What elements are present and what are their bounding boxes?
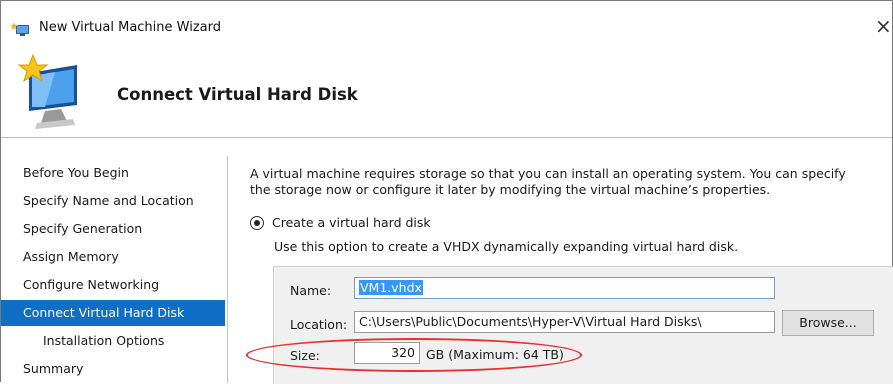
hyper-v-app-icon [11, 22, 29, 36]
monitor-star-icon [17, 53, 77, 129]
sidebar-item-before-you-begin[interactable]: Before You Begin [1, 160, 225, 186]
name-field-value: VM1.vhdx [359, 280, 423, 295]
wizard-steps-sidebar: Before You Begin Specify Name and Locati… [1, 138, 225, 383]
page-title: Connect Virtual Hard Disk [117, 85, 358, 104]
sidebar-divider [227, 156, 228, 383]
window-title: New Virtual Machine Wizard [39, 20, 221, 35]
create-vhd-hint: Use this option to create a VHDX dynamic… [274, 239, 739, 254]
location-field[interactable]: C:\Users\Public\Documents\Hyper-V\Virtua… [354, 311, 775, 333]
close-icon[interactable]: × [875, 16, 892, 36]
title-bar: New Virtual Machine Wizard × [1, 1, 892, 47]
sidebar-item-assign-memory[interactable]: Assign Memory [1, 244, 225, 270]
create-vhd-label[interactable]: Create a virtual hard disk [272, 215, 431, 230]
sidebar-item-specify-generation[interactable]: Specify Generation [1, 216, 225, 242]
sidebar-item-connect-virtual-hard-disk[interactable]: Connect Virtual Hard Disk [1, 300, 225, 326]
location-label: Location: [290, 317, 348, 332]
name-label: Name: [290, 283, 332, 298]
size-field[interactable]: 320 [354, 342, 420, 364]
browse-button[interactable]: Browse... [782, 310, 874, 336]
size-label: Size: [290, 348, 320, 363]
sidebar-item-installation-options[interactable]: Installation Options [1, 328, 225, 354]
wizard-header: Connect Virtual Hard Disk [1, 47, 892, 137]
size-maximum-note: GB (Maximum: 64 TB) [426, 347, 564, 362]
sidebar-item-specify-name-and-location[interactable]: Specify Name and Location [1, 188, 225, 214]
radio-selected-dot [254, 220, 260, 226]
name-field[interactable]: VM1.vhdx [354, 277, 775, 299]
storage-description: A virtual machine requires storage so th… [250, 166, 846, 197]
create-vhd-radio[interactable] [250, 216, 264, 230]
sidebar-item-summary[interactable]: Summary [1, 356, 225, 382]
sidebar-item-configure-networking[interactable]: Configure Networking [1, 272, 225, 298]
